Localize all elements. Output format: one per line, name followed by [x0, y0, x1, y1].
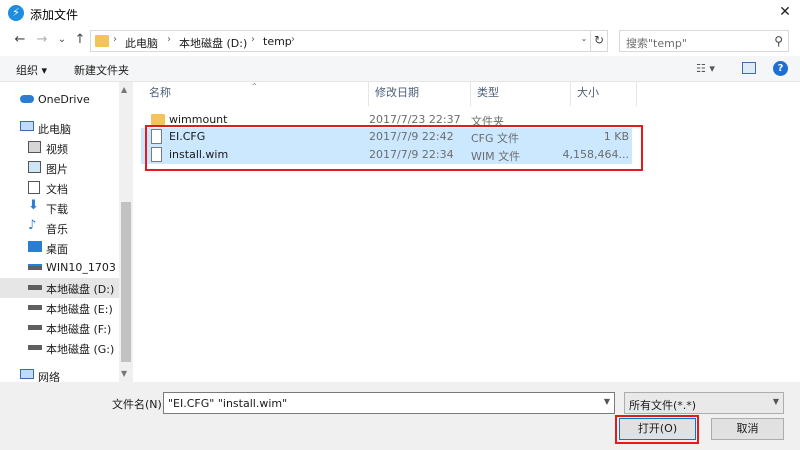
sidebar-item-drive-g[interactable]: 本地磁盘 (G:): [0, 338, 119, 358]
sidebar-item-win10-drive[interactable]: WIN10_1703 (C: [0, 258, 119, 278]
scroll-up-arrow-icon[interactable]: ▲: [121, 85, 127, 94]
search-icon[interactable]: ⚲: [774, 34, 783, 48]
navigation-pane: OneDrive 此电脑 视频 图片 文档 ⬇ 下载 ♪ 音乐 桌面 WIN10…: [0, 82, 133, 382]
sidebar-item-label: 音乐: [46, 223, 68, 236]
download-icon: ⬇: [28, 198, 39, 213]
sidebar-item-network[interactable]: 网络: [0, 366, 119, 382]
help-icon[interactable]: ?: [773, 61, 788, 76]
file-type-select[interactable]: 所有文件(*.*) ▼: [624, 392, 784, 414]
sidebar-item-downloads[interactable]: ⬇ 下载: [0, 198, 119, 218]
folder-icon: [151, 114, 165, 125]
sidebar-item-drive-e[interactable]: 本地磁盘 (E:): [0, 298, 119, 318]
sidebar-scrollbar[interactable]: ▲ ▼: [119, 82, 133, 382]
filename-input[interactable]: "EI.CFG" "install.wim" ▼: [163, 392, 615, 414]
sidebar-item-label: OneDrive: [38, 93, 90, 106]
new-folder-button[interactable]: 新建文件夹: [74, 62, 129, 78]
computer-icon: [20, 121, 34, 131]
refresh-button[interactable]: ↻: [590, 30, 607, 52]
sidebar-item-label: 本地磁盘 (G:): [46, 343, 115, 356]
title-bar: ⚡ 添加文件 ✕: [0, 0, 800, 26]
chevron-down-icon[interactable]: ▼: [604, 397, 610, 406]
network-drive-icon: [28, 264, 42, 270]
music-icon: ♪: [28, 218, 37, 233]
column-header-type[interactable]: 类型: [471, 82, 571, 106]
drive-icon: [28, 325, 42, 330]
drive-icon: [28, 345, 42, 350]
app-icon: ⚡: [8, 5, 24, 21]
sidebar-item-label: 文档: [46, 183, 68, 196]
cancel-button[interactable]: 取消: [711, 418, 784, 440]
drive-icon: [28, 285, 42, 290]
forward-button[interactable]: →: [34, 32, 50, 48]
folder-icon: [95, 35, 109, 47]
sidebar-item-drive-d[interactable]: 本地磁盘 (D:): [0, 278, 119, 298]
scroll-down-arrow-icon[interactable]: ▼: [121, 369, 127, 378]
network-icon: [20, 369, 34, 379]
address-row: ← → ⌄ ↑ › 此电脑 › 本地磁盘 (D:) › temp › ⌄ ↻ 搜…: [0, 26, 800, 56]
search-placeholder: 搜索"temp": [626, 37, 687, 50]
filename-label: 文件名(N):: [112, 398, 166, 411]
breadcrumb-this-pc[interactable]: 此电脑: [125, 35, 158, 51]
cloud-icon: [20, 95, 34, 103]
breadcrumb-separator: ›: [167, 34, 171, 45]
sidebar-item-label: 下载: [46, 203, 68, 216]
sidebar-item-music[interactable]: ♪ 音乐: [0, 218, 119, 238]
close-button[interactable]: ✕: [770, 0, 800, 26]
sidebar-item-documents[interactable]: 文档: [0, 178, 119, 198]
sidebar-item-label: 视频: [46, 143, 68, 156]
breadcrumb-drive-d[interactable]: 本地磁盘 (D:): [179, 35, 247, 51]
drive-icon: [28, 305, 42, 310]
file-type-value: 所有文件(*.*): [629, 399, 697, 412]
sidebar-item-label: 此电脑: [38, 123, 71, 136]
sidebar-item-label: 本地磁盘 (D:): [46, 283, 115, 296]
search-input[interactable]: 搜索"temp" ⚲: [619, 30, 789, 52]
sidebar-item-label: 本地磁盘 (E:): [46, 303, 113, 316]
sidebar-item-drive-f[interactable]: 本地磁盘 (F:): [0, 318, 119, 338]
sort-ascending-icon: ⌃: [251, 82, 258, 91]
column-header-date[interactable]: 修改日期: [369, 82, 471, 106]
window-title: 添加文件: [30, 8, 79, 22]
organize-button[interactable]: 组织 ▾: [16, 62, 47, 78]
sidebar-item-onedrive[interactable]: OneDrive: [0, 90, 119, 110]
recent-locations-button[interactable]: ⌄: [54, 32, 70, 48]
open-button-highlight-annotation: [615, 415, 699, 444]
breadcrumb-separator: ›: [291, 34, 295, 45]
video-icon: [28, 141, 41, 153]
sidebar-item-videos[interactable]: 视频: [0, 138, 119, 158]
sidebar-item-label: 图片: [46, 163, 68, 176]
toolbar: 组织 ▾ 新建文件夹 ☷ ▾ ?: [0, 56, 800, 82]
address-dropdown-button[interactable]: ⌄: [578, 34, 590, 46]
back-button[interactable]: ←: [12, 32, 28, 48]
sidebar-item-this-pc[interactable]: 此电脑: [0, 118, 119, 138]
breadcrumb-separator: ›: [251, 34, 255, 45]
sidebar-item-label: 桌面: [46, 243, 68, 256]
documents-icon: [28, 181, 40, 194]
pictures-icon: [28, 161, 41, 173]
scrollbar-thumb[interactable]: [121, 202, 131, 362]
breadcrumb-separator: ›: [113, 34, 117, 45]
sidebar-item-label: 网络: [38, 371, 60, 382]
sidebar-item-label: WIN10_1703 (C: [46, 261, 119, 274]
chevron-down-icon: ▼: [772, 397, 779, 406]
desktop-icon: [28, 241, 42, 252]
address-bar[interactable]: › 此电脑 › 本地磁盘 (D:) › temp ›: [90, 30, 608, 52]
preview-pane-icon[interactable]: [742, 62, 756, 74]
column-header-size[interactable]: 大小: [571, 82, 637, 106]
selection-highlight-annotation: [145, 125, 643, 171]
up-button[interactable]: ↑: [72, 32, 88, 48]
sidebar-item-desktop[interactable]: 桌面: [0, 238, 119, 258]
sidebar-item-pictures[interactable]: 图片: [0, 158, 119, 178]
sidebar-item-label: 本地磁盘 (F:): [46, 323, 112, 336]
filename-value: "EI.CFG" "install.wim": [168, 397, 288, 410]
breadcrumb-temp[interactable]: temp: [263, 35, 292, 48]
change-view-button[interactable]: ☷ ▾: [696, 62, 715, 75]
